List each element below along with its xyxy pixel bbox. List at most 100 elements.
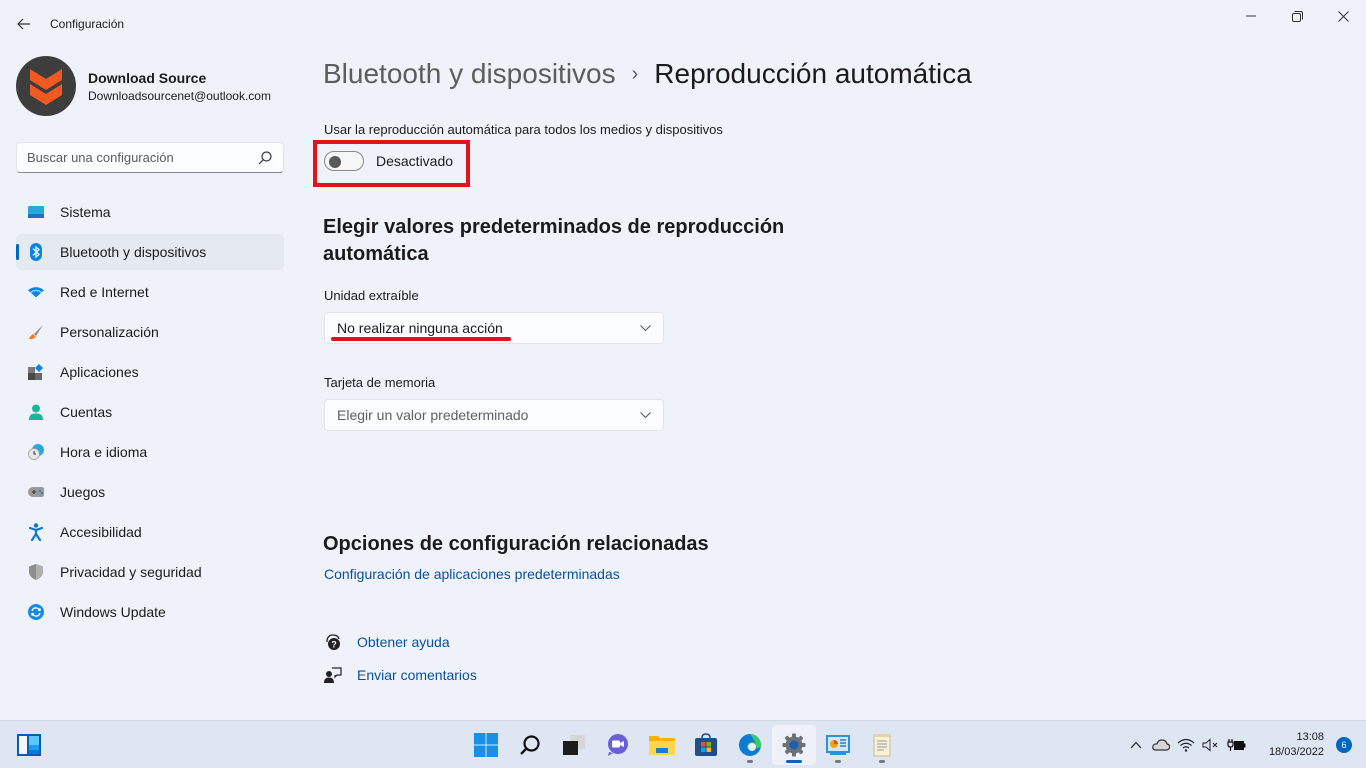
volume-button[interactable] [1199,733,1223,757]
settings-window: Configuración Download Source Downloadso… [0,0,1366,720]
shield-icon [28,564,44,580]
wifi-icon [1177,738,1195,752]
edge-button[interactable] [728,725,772,765]
default-apps-link[interactable]: Configuración de aplicaciones predetermi… [324,566,620,582]
sidebar-item-aplicaciones[interactable]: Aplicaciones [16,354,284,390]
widgets-icon [17,734,41,756]
related-settings-title: Opciones de configuración relacionadas [323,533,709,555]
search-input[interactable] [27,150,257,165]
taskbar-search-button[interactable] [508,725,552,765]
removable-drive-label: Unidad extraíble [324,288,419,303]
sidebar-item-accesibilidad[interactable]: Accesibilidad [16,514,284,550]
store-button[interactable] [684,725,728,765]
chevron-down-icon [640,411,651,418]
task-view-button[interactable] [552,725,596,765]
memory-card-label: Tarjeta de memoria [324,375,436,390]
clock-date: 18/03/2022 [1268,746,1324,758]
chat-button[interactable] [596,725,640,765]
widgets-button[interactable] [16,733,42,757]
maximize-button[interactable] [1274,0,1320,32]
bluetooth-icon [28,243,44,261]
back-button[interactable] [10,10,38,38]
gear-icon [782,733,806,757]
taskbar: 13:08 18/03/2022 6 [0,720,1366,768]
sidebar-item-sistema[interactable]: Sistema [16,194,284,230]
system-tray [1124,733,1249,757]
file-explorer-button[interactable] [640,725,684,765]
minimize-icon [1246,15,1256,17]
running-indicator [747,760,753,763]
network-button[interactable] [1174,733,1198,757]
chevron-right-icon: › [631,62,639,85]
app-title: Configuración [50,17,125,31]
search-box [16,142,284,173]
folder-icon [649,736,675,755]
onedrive-button[interactable] [1149,733,1173,757]
restore-icon [1291,10,1303,22]
toggle-state-text: Desactivado [376,153,454,169]
sidebar-item-privacidad[interactable]: Privacidad y seguridad [16,554,284,590]
accessibility-icon [28,523,44,541]
clock[interactable]: 13:08 18/03/2022 [1269,730,1324,760]
search-icon [520,735,540,755]
show-hidden-icons-button[interactable] [1124,733,1148,757]
page-title: Reproducción automática [654,58,972,89]
sidebar-item-personalizacion[interactable]: Personalización [16,314,284,350]
download-source-logo-icon [30,69,62,105]
sidebar-item-hora[interactable]: Hora e idioma [16,434,284,470]
window-controls [1228,0,1366,32]
get-help-link[interactable]: ? Obtener ayuda [323,632,450,652]
notepad-icon [873,734,891,757]
wifi-icon [28,284,44,300]
running-indicator [835,760,841,763]
windows-logo-icon [474,733,498,757]
arrow-left-icon [17,18,30,30]
svg-text:?: ? [331,640,337,650]
time-language-icon [28,444,44,460]
cloud-icon [1152,739,1170,751]
profile-name: Download Source [88,69,207,86]
defaults-section-title: Elegir valores predeterminados de reprod… [323,216,785,265]
sidebar-item-red[interactable]: Red e Internet [16,274,284,310]
search-icon[interactable] [257,150,273,166]
autoplay-label: Usar la reproducción automática para tod… [324,122,723,137]
sidebar-item-juegos[interactable]: Juegos [16,474,284,510]
brush-icon [28,324,44,340]
autoplay-toggle[interactable] [324,151,364,171]
volume-muted-icon [1202,738,1218,752]
user-profile[interactable]: Download Source Downloadsourcenet@outloo… [16,56,271,116]
control-panel-icon [826,735,850,755]
memory-card-placeholder: Elegir un valor predeterminado [337,407,529,423]
gamepad-icon [28,484,44,500]
sidebar-item-bluetooth[interactable]: Bluetooth y dispositivos [16,234,284,270]
minimize-button[interactable] [1228,0,1274,32]
breadcrumb-parent[interactable]: Bluetooth y dispositivos [323,58,616,90]
sidebar-nav: Sistema Bluetooth y dispositivos Red e I… [16,194,284,634]
sidebar-item-windows-update[interactable]: Windows Update [16,594,284,630]
start-button[interactable] [464,725,508,765]
sidebar-item-cuentas[interactable]: Cuentas [16,394,284,430]
taskbar-apps [464,725,904,765]
chat-icon [608,734,628,756]
close-button[interactable] [1320,0,1366,32]
memory-card-dropdown[interactable]: Elegir un valor predeterminado [324,399,664,431]
store-icon [695,733,717,756]
active-indicator [786,760,802,763]
help-icon: ? [323,632,343,652]
battery-button[interactable] [1224,733,1248,757]
battery-charging-icon [1227,739,1246,751]
title-bar: Configuración [0,0,1366,48]
notification-badge[interactable]: 6 [1336,737,1352,753]
settings-taskbar-button[interactable] [772,725,816,765]
apps-icon [28,364,44,380]
toggle-knob [329,156,341,168]
control-panel-button[interactable] [816,725,860,765]
feedback-icon [323,665,343,685]
notepad-button[interactable] [860,725,904,765]
account-icon [28,404,44,420]
send-feedback-link[interactable]: Enviar comentarios [323,665,477,685]
clock-time: 13:08 [1296,731,1324,743]
breadcrumb: Bluetooth y dispositivos › Reproducción … [323,58,972,90]
chevron-up-icon [1130,741,1142,749]
removable-drive-value: No realizar ninguna acción [337,320,503,336]
